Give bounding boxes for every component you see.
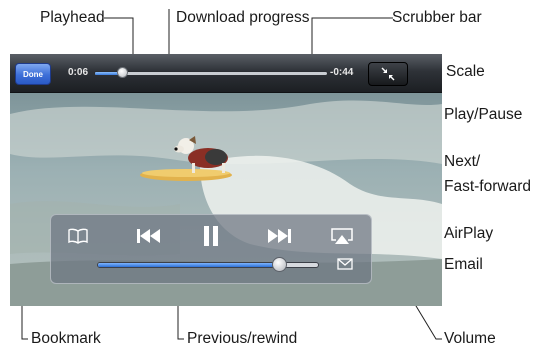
callout-bookmark: Bookmark bbox=[31, 330, 101, 347]
scale-icon bbox=[381, 67, 395, 81]
video-screen[interactable]: Done 0:06 -0:44 bbox=[10, 54, 442, 306]
envelope-icon bbox=[337, 258, 353, 270]
callout-previous-rewind: Previous/rewind bbox=[187, 330, 298, 347]
email-button[interactable] bbox=[335, 255, 355, 273]
playback-controls-panel bbox=[50, 214, 372, 284]
scale-button[interactable] bbox=[368, 62, 408, 86]
airplay-icon bbox=[331, 228, 353, 244]
previous-rewind-button[interactable] bbox=[129, 221, 169, 251]
callout-email: Email bbox=[444, 256, 483, 273]
callout-volume: Volume bbox=[444, 330, 496, 347]
remaining-time: -0:44 bbox=[330, 67, 354, 78]
next-fast-forward-icon bbox=[268, 229, 291, 243]
playhead[interactable] bbox=[117, 67, 129, 78]
done-button[interactable]: Done bbox=[15, 63, 51, 85]
pause-icon bbox=[204, 226, 218, 246]
callout-fast-forward: Fast-forward bbox=[444, 178, 531, 195]
callout-download-progress: Download progress bbox=[176, 9, 310, 26]
previous-rewind-icon bbox=[137, 229, 160, 243]
play-pause-button[interactable] bbox=[197, 219, 225, 253]
callout-scale: Scale bbox=[446, 63, 485, 80]
callout-scrubber-bar: Scrubber bar bbox=[392, 9, 482, 26]
book-icon bbox=[68, 228, 88, 244]
elapsed-time: 0:06 bbox=[68, 67, 89, 78]
volume-fill bbox=[98, 263, 279, 267]
next-fast-forward-button[interactable] bbox=[259, 221, 299, 251]
callout-airplay: AirPlay bbox=[444, 225, 494, 242]
scrubber-bar[interactable] bbox=[94, 71, 328, 76]
video-top-bar: Done 0:06 -0:44 bbox=[10, 54, 442, 93]
bookmark-button[interactable] bbox=[61, 221, 95, 251]
volume-thumb[interactable] bbox=[272, 257, 288, 272]
callout-play-pause: Play/Pause bbox=[444, 106, 523, 123]
callout-next: Next/ bbox=[444, 153, 481, 170]
airplay-button[interactable] bbox=[325, 221, 359, 251]
callout-playhead: Playhead bbox=[40, 9, 105, 26]
